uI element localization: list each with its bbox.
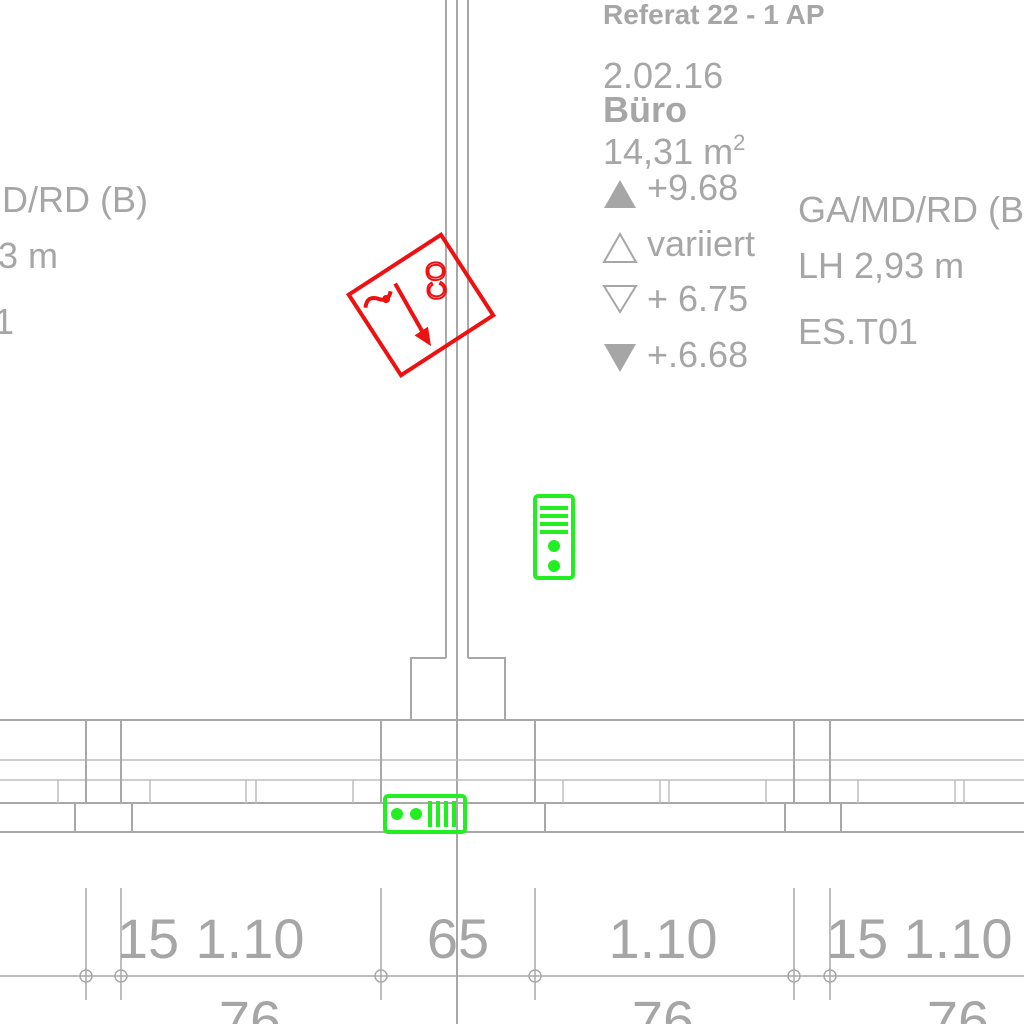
- dimension-label: 1.10: [196, 907, 305, 970]
- room-area: 14,31 m2: [603, 130, 745, 172]
- vertical-wall: [410, 0, 506, 1024]
- dimension-label: 65: [427, 907, 489, 970]
- room-left-height: 3 m: [0, 235, 58, 276]
- level-floor-finish-icon: [602, 285, 638, 314]
- dimension-label: 76: [219, 989, 281, 1024]
- dimension-labels: 15 1.10 65 1.10 15 1.10 76 76 76: [117, 907, 1013, 1024]
- room-area-value: 14,31 m: [603, 131, 733, 172]
- dimension-label: 1.10: [904, 907, 1013, 970]
- level-top-raw-icon: [604, 180, 636, 208]
- control-panel-icon[interactable]: [533, 494, 575, 580]
- facade-wall: [0, 719, 1024, 833]
- co-detector-icon[interactable]: CO: [345, 232, 497, 378]
- dimension-label: 15: [117, 907, 179, 970]
- dimension-label: 1.10: [609, 907, 718, 970]
- room-area-unit-sup: 2: [733, 130, 745, 155]
- level-ceiling-icon: [602, 231, 638, 263]
- room-name: Büro: [603, 89, 687, 130]
- level-top-raw: +9.68: [647, 167, 738, 208]
- room-left-spec: 1: [0, 301, 14, 342]
- level-floor-raw: +.6.68: [647, 334, 748, 375]
- level-ceiling: variiert: [647, 223, 755, 264]
- dimension-label: 15: [826, 907, 888, 970]
- room-department: Referat 22 - 1 AP: [603, 0, 825, 30]
- room-left-code: D/RD (B): [2, 179, 148, 220]
- control-panel-horizontal-icon[interactable]: [383, 794, 467, 834]
- dimension-label: 76: [927, 989, 989, 1024]
- room-right-height: LH 2,93 m: [798, 245, 964, 286]
- room-right-info: GA/MD/RD (B) LH 2,93 m ES.T01: [798, 189, 1024, 352]
- room-right-spec: ES.T01: [798, 311, 918, 352]
- room-stamp: Referat 22 - 1 AP 2.02.16 Büro 14,31 m2 …: [602, 0, 825, 375]
- co-label: CO: [420, 260, 452, 301]
- room-left-info: D/RD (B) 3 m 1: [0, 179, 148, 342]
- level-floor-raw-icon: [604, 344, 636, 372]
- level-floor-finish: + 6.75: [647, 278, 748, 319]
- room-right-code: GA/MD/RD (B): [798, 189, 1024, 230]
- dimension-label: 76: [632, 989, 694, 1024]
- floor-plan-canvas: 15 1.10 65 1.10 15 1.10 76 76 76 Referat…: [0, 0, 1024, 1024]
